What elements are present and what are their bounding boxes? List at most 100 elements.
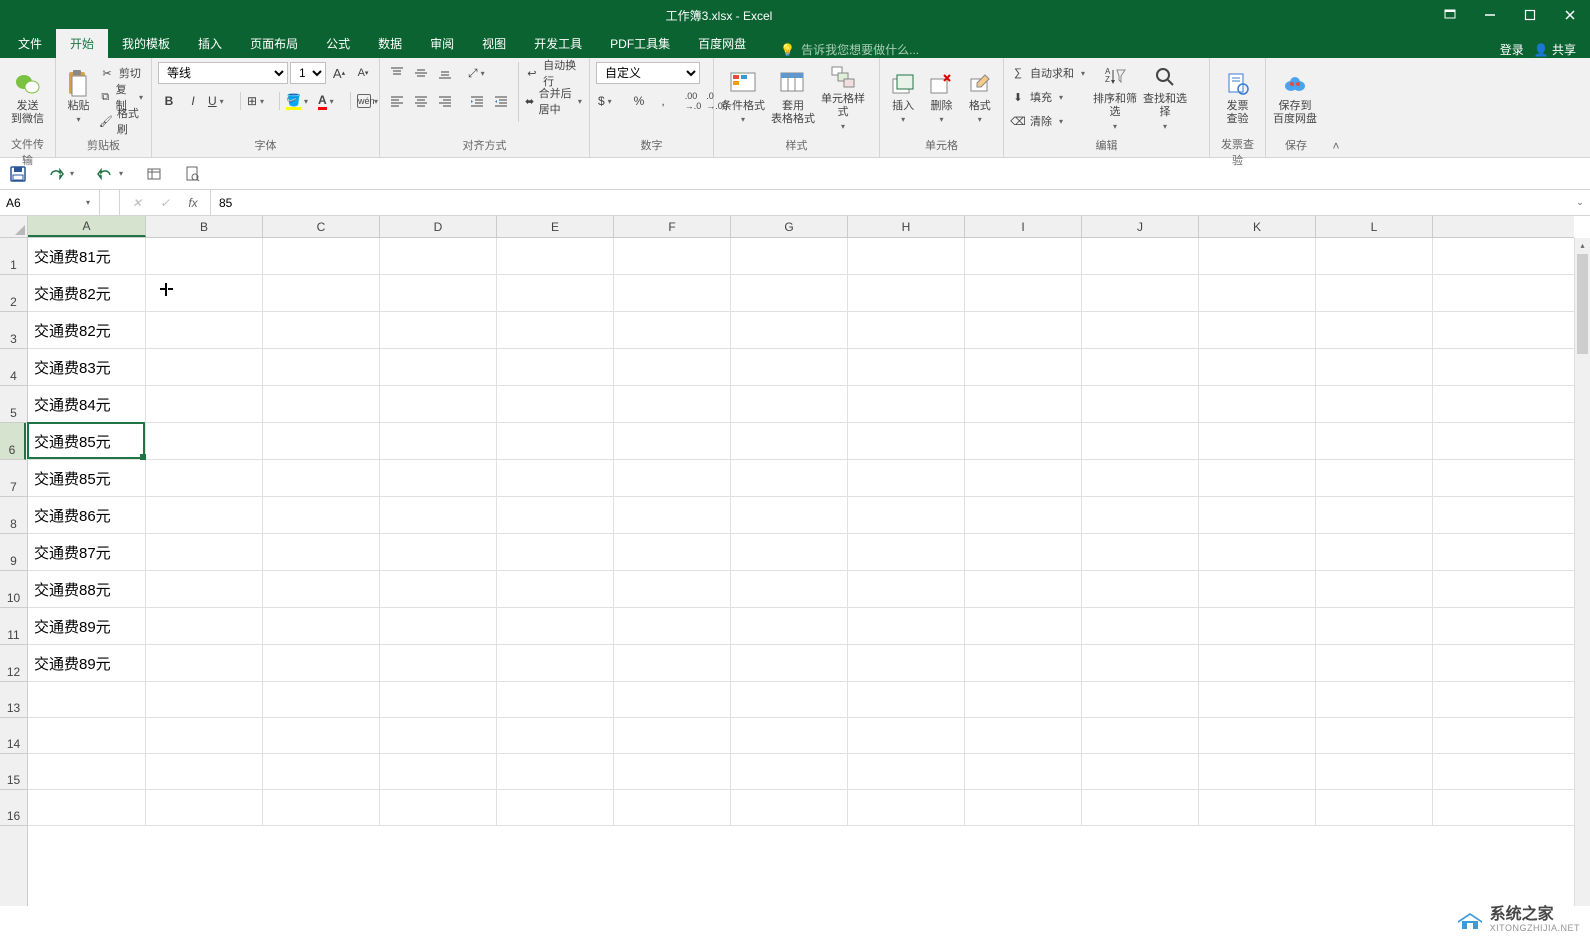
cell-H12[interactable]: [848, 645, 965, 681]
align-bottom-button[interactable]: [434, 62, 456, 84]
cell-A11[interactable]: 交通费89元: [28, 608, 146, 644]
cell-G8[interactable]: [731, 497, 848, 533]
cell-D2[interactable]: [380, 275, 497, 311]
cell-E10[interactable]: [497, 571, 614, 607]
cell-A9[interactable]: 交通费87元: [28, 534, 146, 570]
save-baidupan-button[interactable]: 保存到 百度网盘: [1272, 62, 1318, 134]
cell-H15[interactable]: [848, 754, 965, 789]
cell-format-button[interactable]: 格式▾: [963, 62, 997, 134]
delete-cells-button[interactable]: 删除▾: [924, 62, 958, 134]
cell-B9[interactable]: [146, 534, 263, 570]
cell-L4[interactable]: [1316, 349, 1433, 385]
table-format-button[interactable]: 套用 表格格式: [770, 62, 816, 134]
cell-J12[interactable]: [1082, 645, 1199, 681]
cell-C7[interactable]: [263, 460, 380, 496]
italic-button[interactable]: I: [182, 90, 204, 112]
cell-C5[interactable]: [263, 386, 380, 422]
cell-E11[interactable]: [497, 608, 614, 644]
cell-B16[interactable]: [146, 790, 263, 825]
cell-G10[interactable]: [731, 571, 848, 607]
cell-E7[interactable]: [497, 460, 614, 496]
vertical-scrollbar[interactable]: ▴: [1574, 238, 1590, 906]
align-center-button[interactable]: [410, 90, 432, 112]
cell-B14[interactable]: [146, 718, 263, 753]
format-painter-button[interactable]: 🖌格式刷: [99, 110, 145, 132]
cell-I11[interactable]: [965, 608, 1082, 644]
cell-I6[interactable]: [965, 423, 1082, 459]
cell-E15[interactable]: [497, 754, 614, 789]
ribbon-options-icon[interactable]: [1430, 0, 1470, 30]
cell-C11[interactable]: [263, 608, 380, 644]
cell-H9[interactable]: [848, 534, 965, 570]
column-header-I[interactable]: I: [965, 216, 1082, 237]
increase-font-button[interactable]: A▴: [328, 62, 350, 84]
cell-K4[interactable]: [1199, 349, 1316, 385]
cell-G1[interactable]: [731, 238, 848, 274]
cell-F6[interactable]: [614, 423, 731, 459]
cell-E9[interactable]: [497, 534, 614, 570]
collapse-ribbon-button[interactable]: ˄: [1326, 58, 1346, 157]
cell-G4[interactable]: [731, 349, 848, 385]
cell-D10[interactable]: [380, 571, 497, 607]
cell-I15[interactable]: [965, 754, 1082, 789]
column-header-B[interactable]: B: [146, 216, 263, 237]
row-header-8[interactable]: 8: [0, 497, 27, 534]
cell-C4[interactable]: [263, 349, 380, 385]
cell-K13[interactable]: [1199, 682, 1316, 717]
cell-L5[interactable]: [1316, 386, 1433, 422]
cell-F2[interactable]: [614, 275, 731, 311]
column-header-D[interactable]: D: [380, 216, 497, 237]
cell-D3[interactable]: [380, 312, 497, 348]
cell-K16[interactable]: [1199, 790, 1316, 825]
cell-G9[interactable]: [731, 534, 848, 570]
cell-F4[interactable]: [614, 349, 731, 385]
find-select-button[interactable]: 查找和选择▾: [1142, 62, 1188, 134]
fill-button[interactable]: ⬇填充 ▾: [1010, 86, 1088, 108]
cell-A7[interactable]: 交通费85元: [28, 460, 146, 496]
cell-D16[interactable]: [380, 790, 497, 825]
row-header-5[interactable]: 5: [0, 386, 27, 423]
cell-E16[interactable]: [497, 790, 614, 825]
cell-F7[interactable]: [614, 460, 731, 496]
cell-H3[interactable]: [848, 312, 965, 348]
cell-B2[interactable]: [146, 275, 263, 311]
cell-H8[interactable]: [848, 497, 965, 533]
row-header-16[interactable]: 16: [0, 790, 27, 826]
cell-H13[interactable]: [848, 682, 965, 717]
cell-J13[interactable]: [1082, 682, 1199, 717]
cell-D12[interactable]: [380, 645, 497, 681]
cell-A13[interactable]: [28, 682, 146, 717]
conditional-format-button[interactable]: 条件格式▾: [720, 62, 766, 134]
cell-J11[interactable]: [1082, 608, 1199, 644]
tab-data[interactable]: 数据: [364, 29, 416, 58]
cell-F10[interactable]: [614, 571, 731, 607]
cell-C16[interactable]: [263, 790, 380, 825]
cell-G12[interactable]: [731, 645, 848, 681]
cell-L16[interactable]: [1316, 790, 1433, 825]
row-header-1[interactable]: 1: [0, 238, 27, 275]
cell-I12[interactable]: [965, 645, 1082, 681]
close-button[interactable]: [1550, 0, 1590, 30]
bold-button[interactable]: B: [158, 90, 180, 112]
font-color-button[interactable]: A▾: [316, 90, 346, 112]
cell-D8[interactable]: [380, 497, 497, 533]
redo-button[interactable]: [46, 164, 66, 184]
align-right-button[interactable]: [434, 90, 456, 112]
cell-A12[interactable]: 交通费89元: [28, 645, 146, 681]
cell-L6[interactable]: [1316, 423, 1433, 459]
cell-J2[interactable]: [1082, 275, 1199, 311]
select-all-corner[interactable]: [0, 216, 28, 238]
align-top-button[interactable]: [386, 62, 408, 84]
cell-I7[interactable]: [965, 460, 1082, 496]
cell-K7[interactable]: [1199, 460, 1316, 496]
row-header-4[interactable]: 4: [0, 349, 27, 386]
cell-K8[interactable]: [1199, 497, 1316, 533]
cell-K5[interactable]: [1199, 386, 1316, 422]
cell-C15[interactable]: [263, 754, 380, 789]
column-header-K[interactable]: K: [1199, 216, 1316, 237]
cell-H7[interactable]: [848, 460, 965, 496]
row-header-11[interactable]: 11: [0, 608, 27, 645]
cell-I9[interactable]: [965, 534, 1082, 570]
cell-K10[interactable]: [1199, 571, 1316, 607]
cell-L14[interactable]: [1316, 718, 1433, 753]
